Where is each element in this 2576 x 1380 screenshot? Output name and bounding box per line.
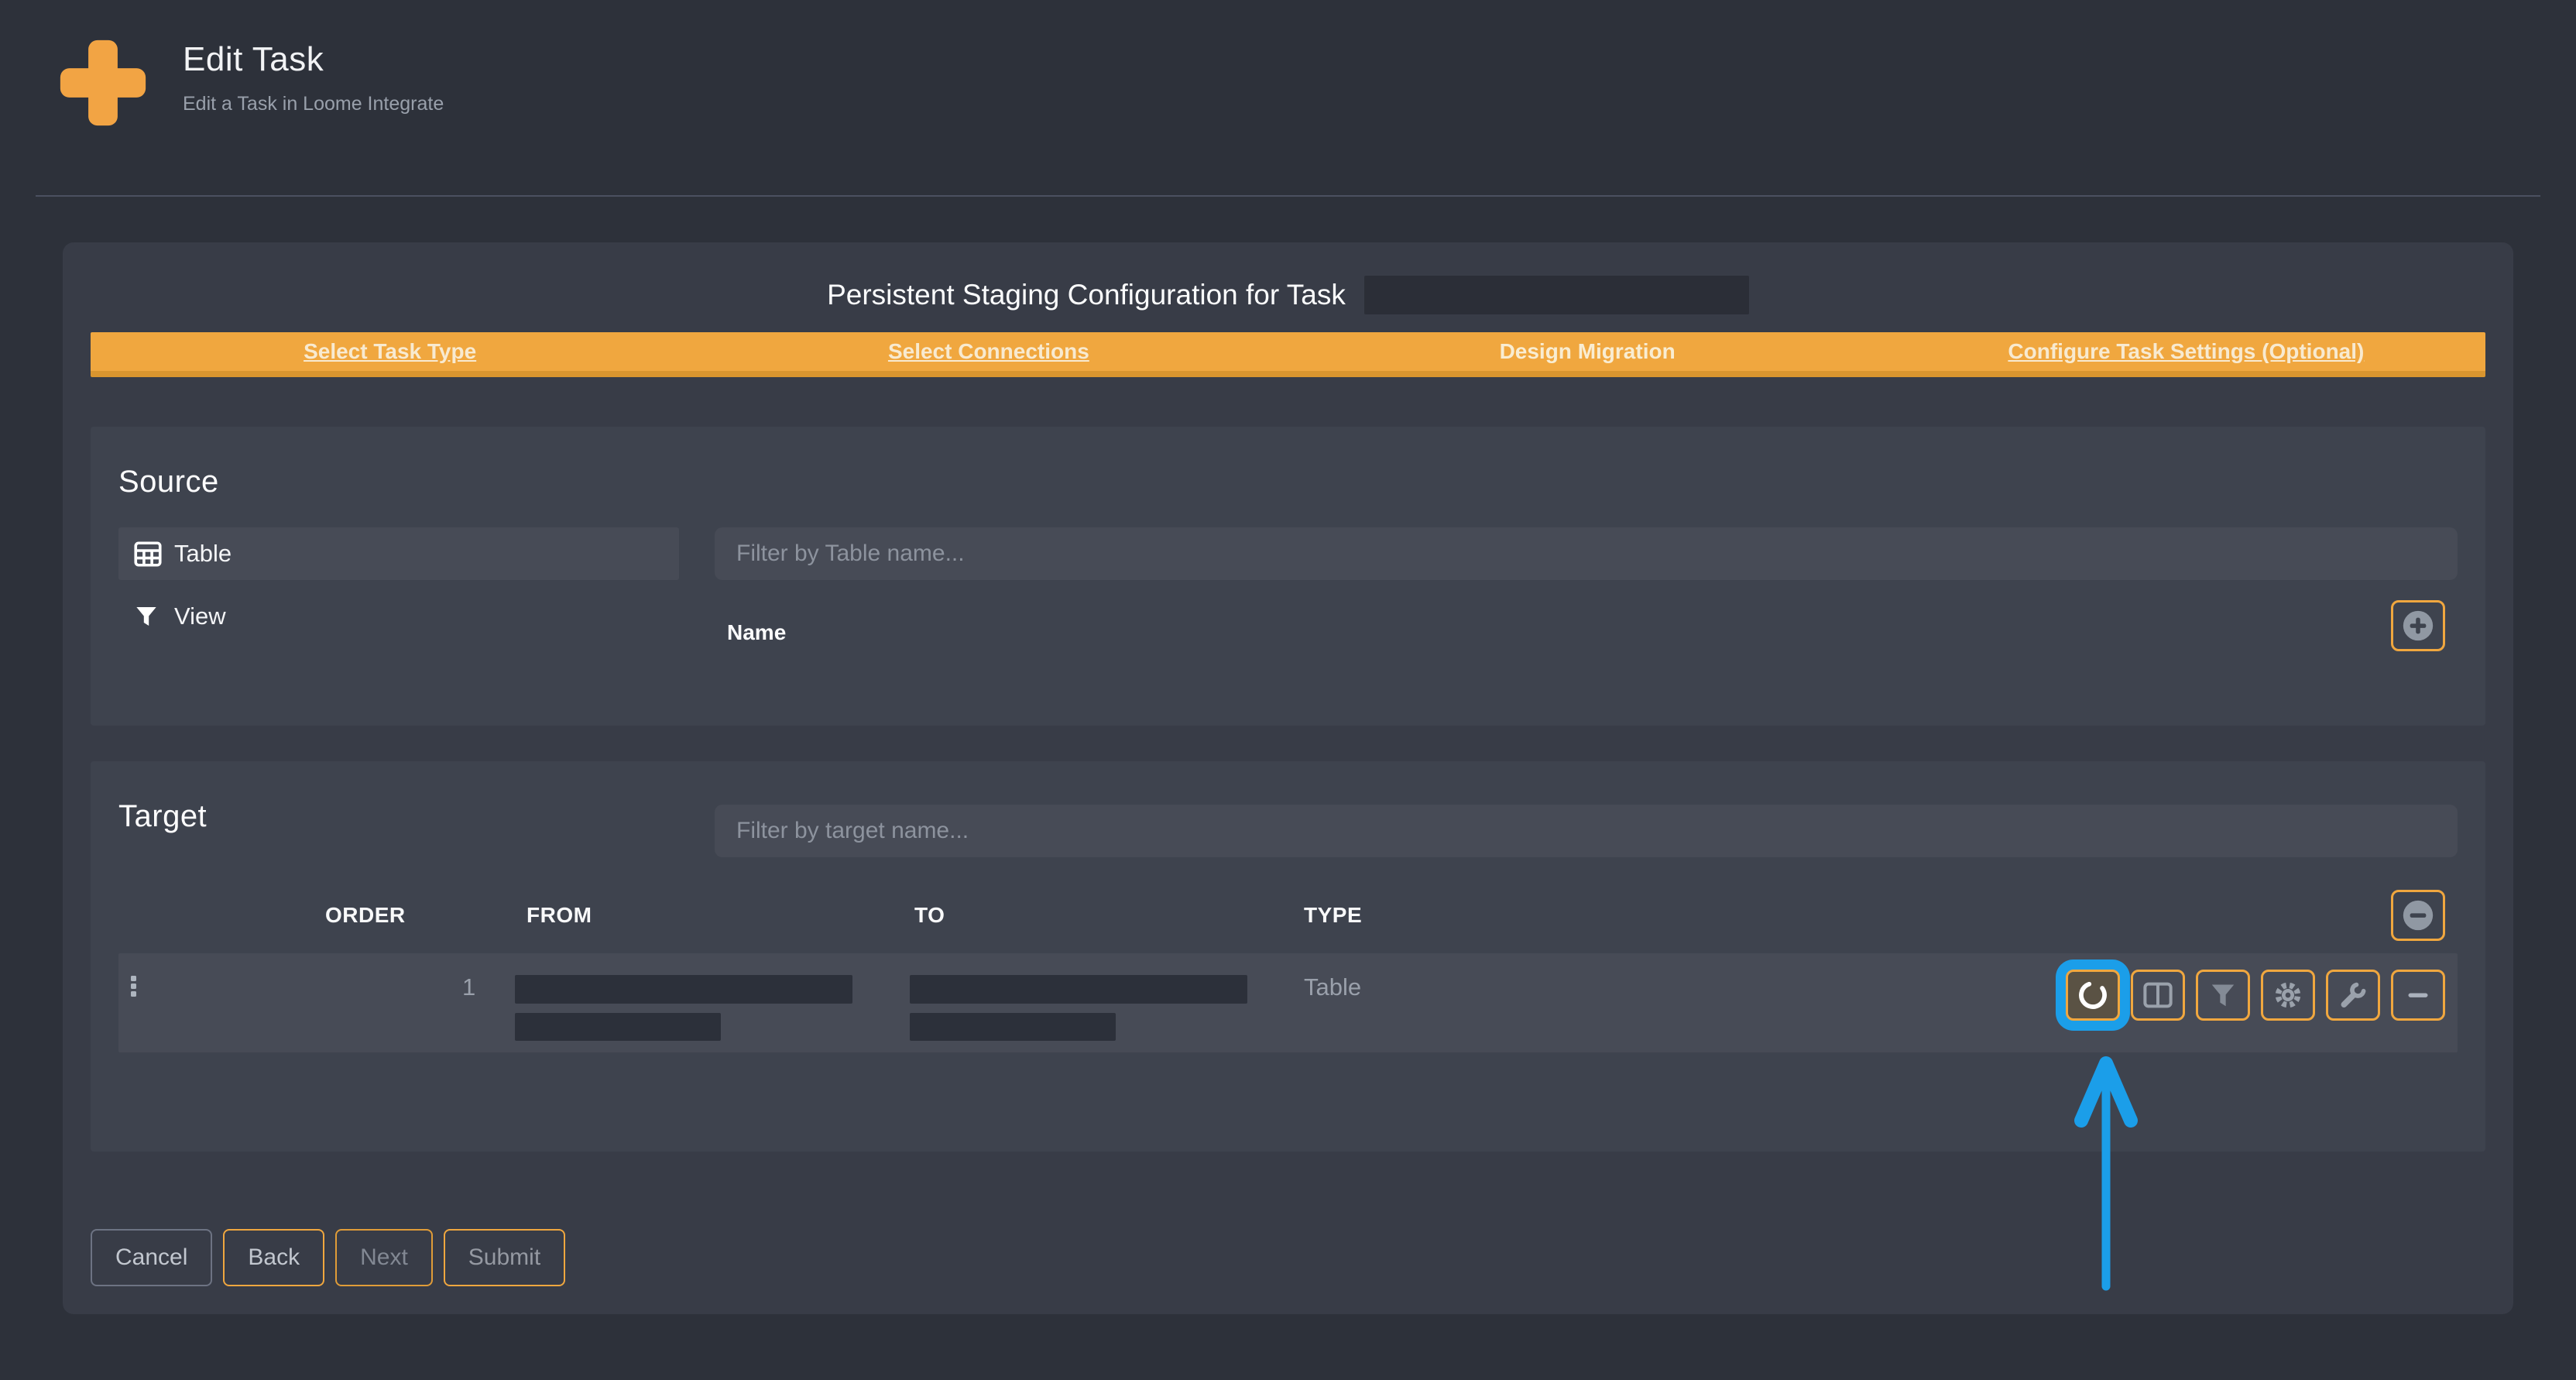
gear-icon [2272, 980, 2303, 1011]
wrench-icon [2338, 980, 2368, 1011]
target-table-header: ORDER FROM TO TYPE [118, 890, 2458, 941]
target-section: Target ORDER FROM TO TYPE 1 [91, 761, 2485, 1152]
source-type-view[interactable]: View [118, 590, 679, 643]
columns-icon [2142, 979, 2174, 1011]
row-drag-handle-icon[interactable] [131, 976, 136, 997]
wizard-footer: Cancel Back Next Submit [91, 1229, 2485, 1286]
row-from-redacted [515, 975, 852, 1041]
source-filter-input[interactable] [715, 527, 2458, 580]
target-table-row: 1 Table [118, 953, 2458, 1052]
app-header: Edit Task Edit a Task in Loome Integrate [0, 0, 2576, 132]
columns-action-button[interactable] [2131, 970, 2185, 1021]
minus-icon [2403, 980, 2434, 1011]
next-button: Next [335, 1229, 433, 1286]
source-name-column-header: Name [727, 600, 786, 645]
source-type-table[interactable]: Table [118, 527, 679, 580]
wizard-stepper: Select Task Type Select Connections Desi… [91, 332, 2485, 377]
target-filter-input[interactable] [715, 805, 2458, 857]
row-to-redacted [910, 975, 1247, 1041]
cancel-button[interactable]: Cancel [91, 1229, 212, 1286]
row-action-buttons [2066, 970, 2445, 1021]
plus-logo-icon [54, 34, 152, 132]
target-heading: Target [118, 795, 207, 837]
wizard-title: Persistent Staging Configuration for Tas… [827, 275, 1346, 315]
submit-button: Submit [444, 1229, 565, 1286]
redacted-task-name [1364, 276, 1749, 314]
source-section: Source Table [91, 427, 2485, 726]
settings-action-button[interactable] [2261, 970, 2315, 1021]
plus-circle-icon [2400, 608, 2436, 644]
minus-circle-icon [2400, 898, 2436, 933]
source-type-list: Table View [118, 527, 679, 651]
filter-action-button[interactable] [2196, 970, 2250, 1021]
page-subtitle: Edit a Task in Loome Integrate [183, 93, 444, 115]
step-configure-task-settings[interactable]: Configure Task Settings (Optional) [1887, 339, 2485, 364]
source-type-label: View [174, 602, 226, 630]
wizard-title-row: Persistent Staging Configuration for Tas… [91, 242, 2485, 315]
tools-action-button[interactable] [2326, 970, 2380, 1021]
column-header-from: FROM [527, 903, 592, 928]
back-button[interactable]: Back [223, 1229, 324, 1286]
source-type-label: Table [174, 540, 232, 568]
step-select-connections[interactable]: Select Connections [689, 339, 1288, 364]
table-icon [134, 541, 162, 567]
refresh-action-button[interactable] [2066, 970, 2120, 1021]
remove-target-button[interactable] [2391, 890, 2445, 941]
row-type-value: Table [1304, 973, 1361, 1001]
filter-icon [134, 603, 162, 630]
row-order-value: 1 [462, 973, 475, 1001]
step-select-task-type[interactable]: Select Task Type [91, 339, 689, 364]
step-design-migration: Design Migration [1288, 339, 1887, 364]
header-divider [36, 195, 2540, 197]
source-heading: Source [118, 461, 2458, 503]
refresh-icon [2077, 979, 2109, 1011]
column-header-order: ORDER [325, 903, 406, 928]
wizard-panel: Persistent Staging Configuration for Tas… [63, 242, 2513, 1314]
column-header-to: TO [914, 903, 945, 928]
page-title: Edit Task [183, 40, 444, 79]
filter-icon [2208, 980, 2238, 1010]
column-header-type: TYPE [1304, 903, 1362, 928]
remove-row-action-button[interactable] [2391, 970, 2445, 1021]
add-source-button[interactable] [2391, 600, 2445, 651]
